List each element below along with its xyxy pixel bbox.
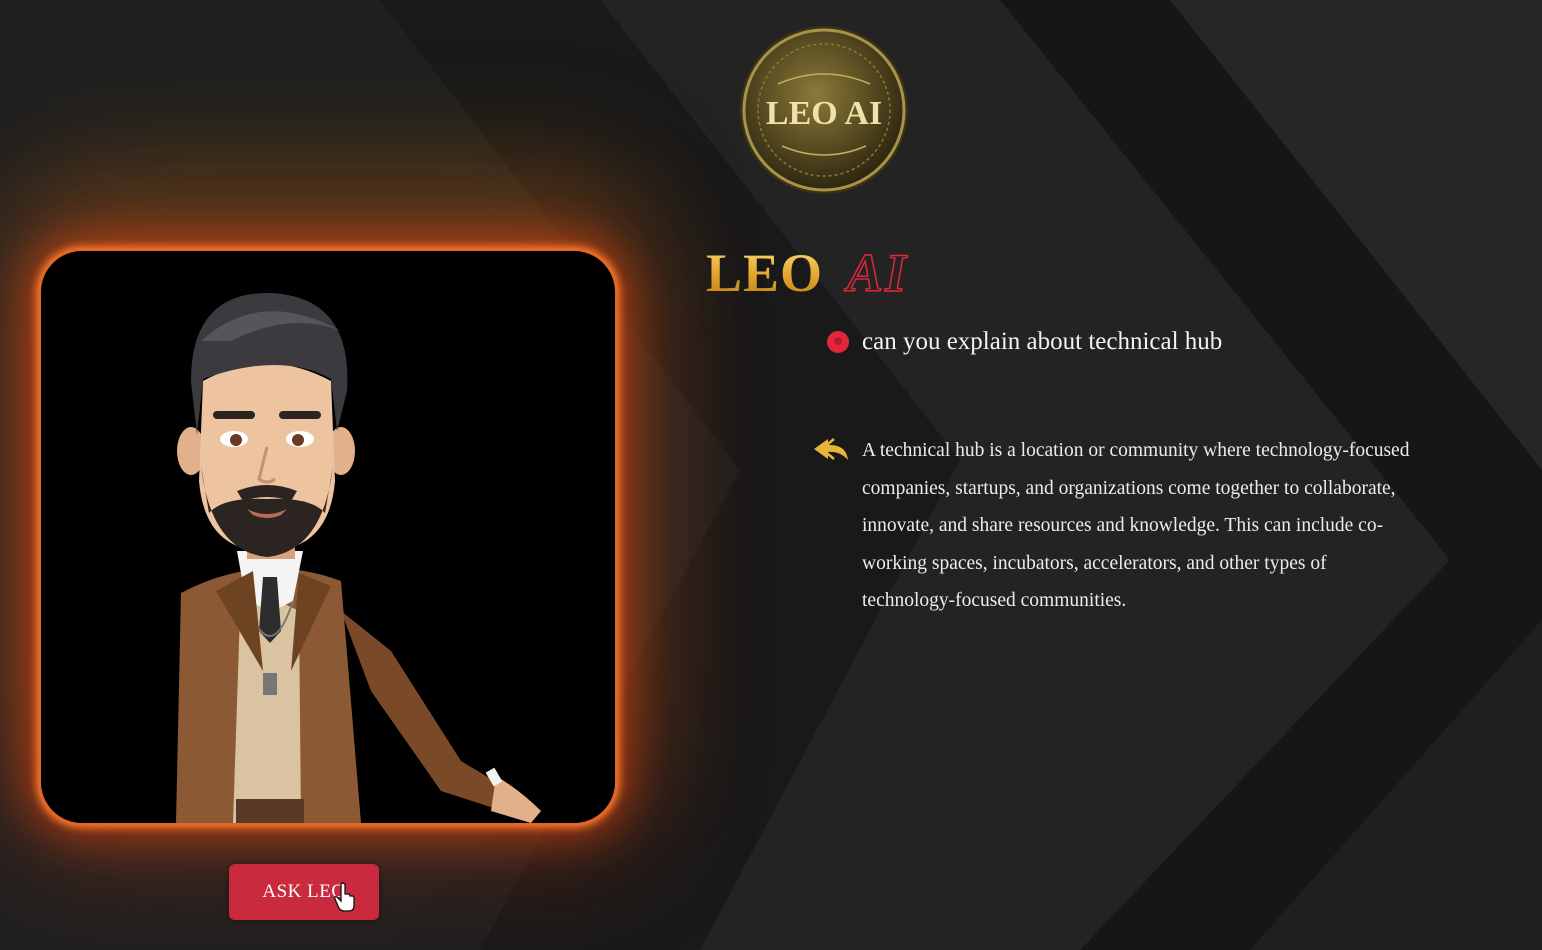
answer-text: A technical hub is a location or communi… xyxy=(862,440,1410,611)
brand-title-ai: AI xyxy=(846,242,909,304)
red-dot-icon xyxy=(827,331,849,353)
avatar-video-frame xyxy=(38,248,618,826)
reply-arrow-icon xyxy=(814,438,848,460)
brand-title-leo: LEO xyxy=(706,243,824,303)
ask-leo-button[interactable]: ASK LEO xyxy=(229,864,379,920)
avatar-illustration xyxy=(176,292,541,823)
question-text: can you explain about technical hub xyxy=(862,328,1223,355)
brand-title: LEO AI xyxy=(706,238,908,308)
coin-text: LEO AI xyxy=(766,95,882,132)
user-question: can you explain about technical hub xyxy=(826,322,1222,362)
leo-ai-page: LEO AI LEO AI can you explain about techn… xyxy=(0,0,1542,950)
leo-ai-coin-logo: LEO AI xyxy=(740,26,908,194)
hand-pointer-icon xyxy=(334,882,355,912)
